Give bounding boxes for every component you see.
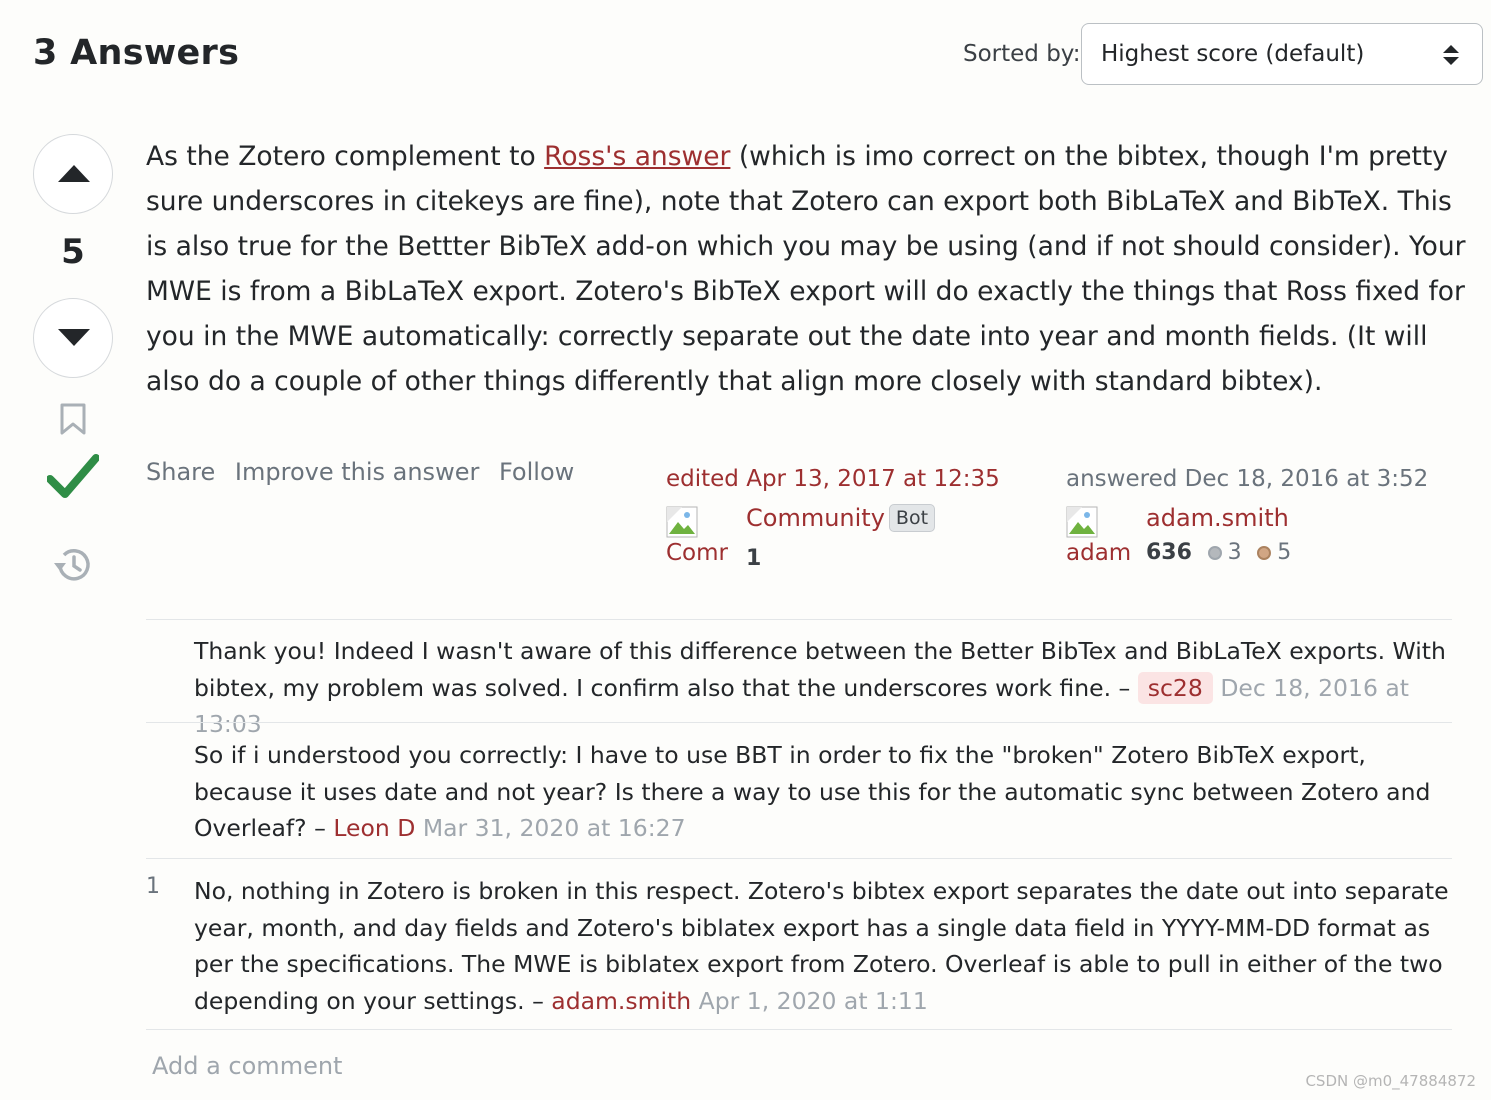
follow-link[interactable]: Follow [499,458,574,486]
broken-image-icon [666,506,698,538]
comment-score: 1 [146,874,160,899]
accepted-checkmark-icon [46,454,100,508]
comment-user-link[interactable]: adam.smith [551,987,691,1015]
bookmark-icon[interactable] [59,402,87,440]
answers-count-title: 3 Answers [33,33,240,73]
add-comment-link[interactable]: Add a comment [152,1052,342,1080]
silver-badge-icon [1207,546,1222,560]
comment-body: No, nothing in Zotero is broken in this … [194,873,1452,1019]
upvote-button[interactable] [33,134,113,214]
user-details: Community Bot 1 [746,504,936,571]
sort-label: Sorted by: [963,41,1081,67]
answered-timestamp: answered Dec 18, 2016 at 3:52 [1066,466,1428,492]
watermark: CSDN @m0_47884872 [1305,1072,1476,1090]
post-menu: Share Improve this answer Follow [146,458,586,486]
user-name-link[interactable]: Community [746,504,885,532]
avatar[interactable]: adam [1066,506,1136,570]
silver-badge-count: 3 [1227,540,1242,565]
answer-text-part: (which is imo correct on the bibtex, tho… [146,141,1466,397]
share-link[interactable]: Share [146,458,215,486]
silver-badges: 3 [1207,540,1242,565]
comment-user-link[interactable]: Leon D [333,814,415,842]
history-icon[interactable] [52,546,92,588]
comments-list: Thank you! Indeed I wasn't aware of this… [146,619,1452,1030]
avatar[interactable]: Comr [666,506,736,570]
bronze-badge-count: 5 [1277,540,1292,565]
answer-signature: answered Dec 18, 2016 at 3:52 adam adam.… [1066,466,1428,566]
vote-cell: 5 [0,120,146,600]
answer-text-part: As the Zotero complement to [146,141,545,172]
ross-answer-link[interactable]: Ross's answer [544,141,730,172]
comment: 1 No, nothing in Zotero is broken in thi… [146,858,1452,1030]
avatar-alt-text: adam [1066,540,1132,566]
avatar-alt-text: Comr [666,540,728,566]
sort-select-value: Highest score (default) [1101,41,1365,67]
downvote-button[interactable] [33,298,113,378]
comment-user-link[interactable]: sc28 [1137,671,1213,704]
comment-date[interactable]: Apr 1, 2020 at 1:11 [699,987,928,1015]
bot-badge: Bot [888,504,936,532]
arrow-down-icon [58,329,90,346]
reputation-value: 1 [746,546,762,571]
comment-date[interactable]: Mar 31, 2020 at 16:27 [423,814,686,842]
improve-answer-link[interactable]: Improve this answer [235,458,479,486]
bronze-badge-icon [1257,546,1272,560]
user-details: adam.smith 636 3 5 [1146,504,1291,565]
comment-body: So if i understood you correctly: I have… [194,737,1452,847]
arrow-up-icon [58,165,90,182]
reputation-value: 636 [1146,540,1192,565]
comment: So if i understood you correctly: I have… [146,722,1452,858]
reputation-score: 636 3 5 [1146,540,1291,565]
answer-body: As the Zotero complement to Ross's answe… [146,134,1466,404]
edit-signature: edited Apr 13, 2017 at 12:35 Comr Commun… [666,466,1000,571]
edited-timestamp[interactable]: edited Apr 13, 2017 at 12:35 [666,466,1000,492]
bronze-badges: 5 [1257,540,1291,565]
vote-count: 5 [61,232,85,272]
broken-image-icon [1066,506,1098,538]
sort-select[interactable]: Highest score (default) [1081,23,1483,85]
comment: Thank you! Indeed I wasn't aware of this… [146,619,1452,738]
answers-header: 3 Answers Sorted by: Highest score (defa… [0,0,1491,100]
user-name-link[interactable]: adam.smith [1146,504,1289,532]
answered-label: answered [1066,466,1178,492]
answered-date[interactable]: Dec 18, 2016 at 3:52 [1177,466,1429,492]
select-arrows-icon [1442,44,1460,66]
reputation-score: 1 [746,546,761,571]
